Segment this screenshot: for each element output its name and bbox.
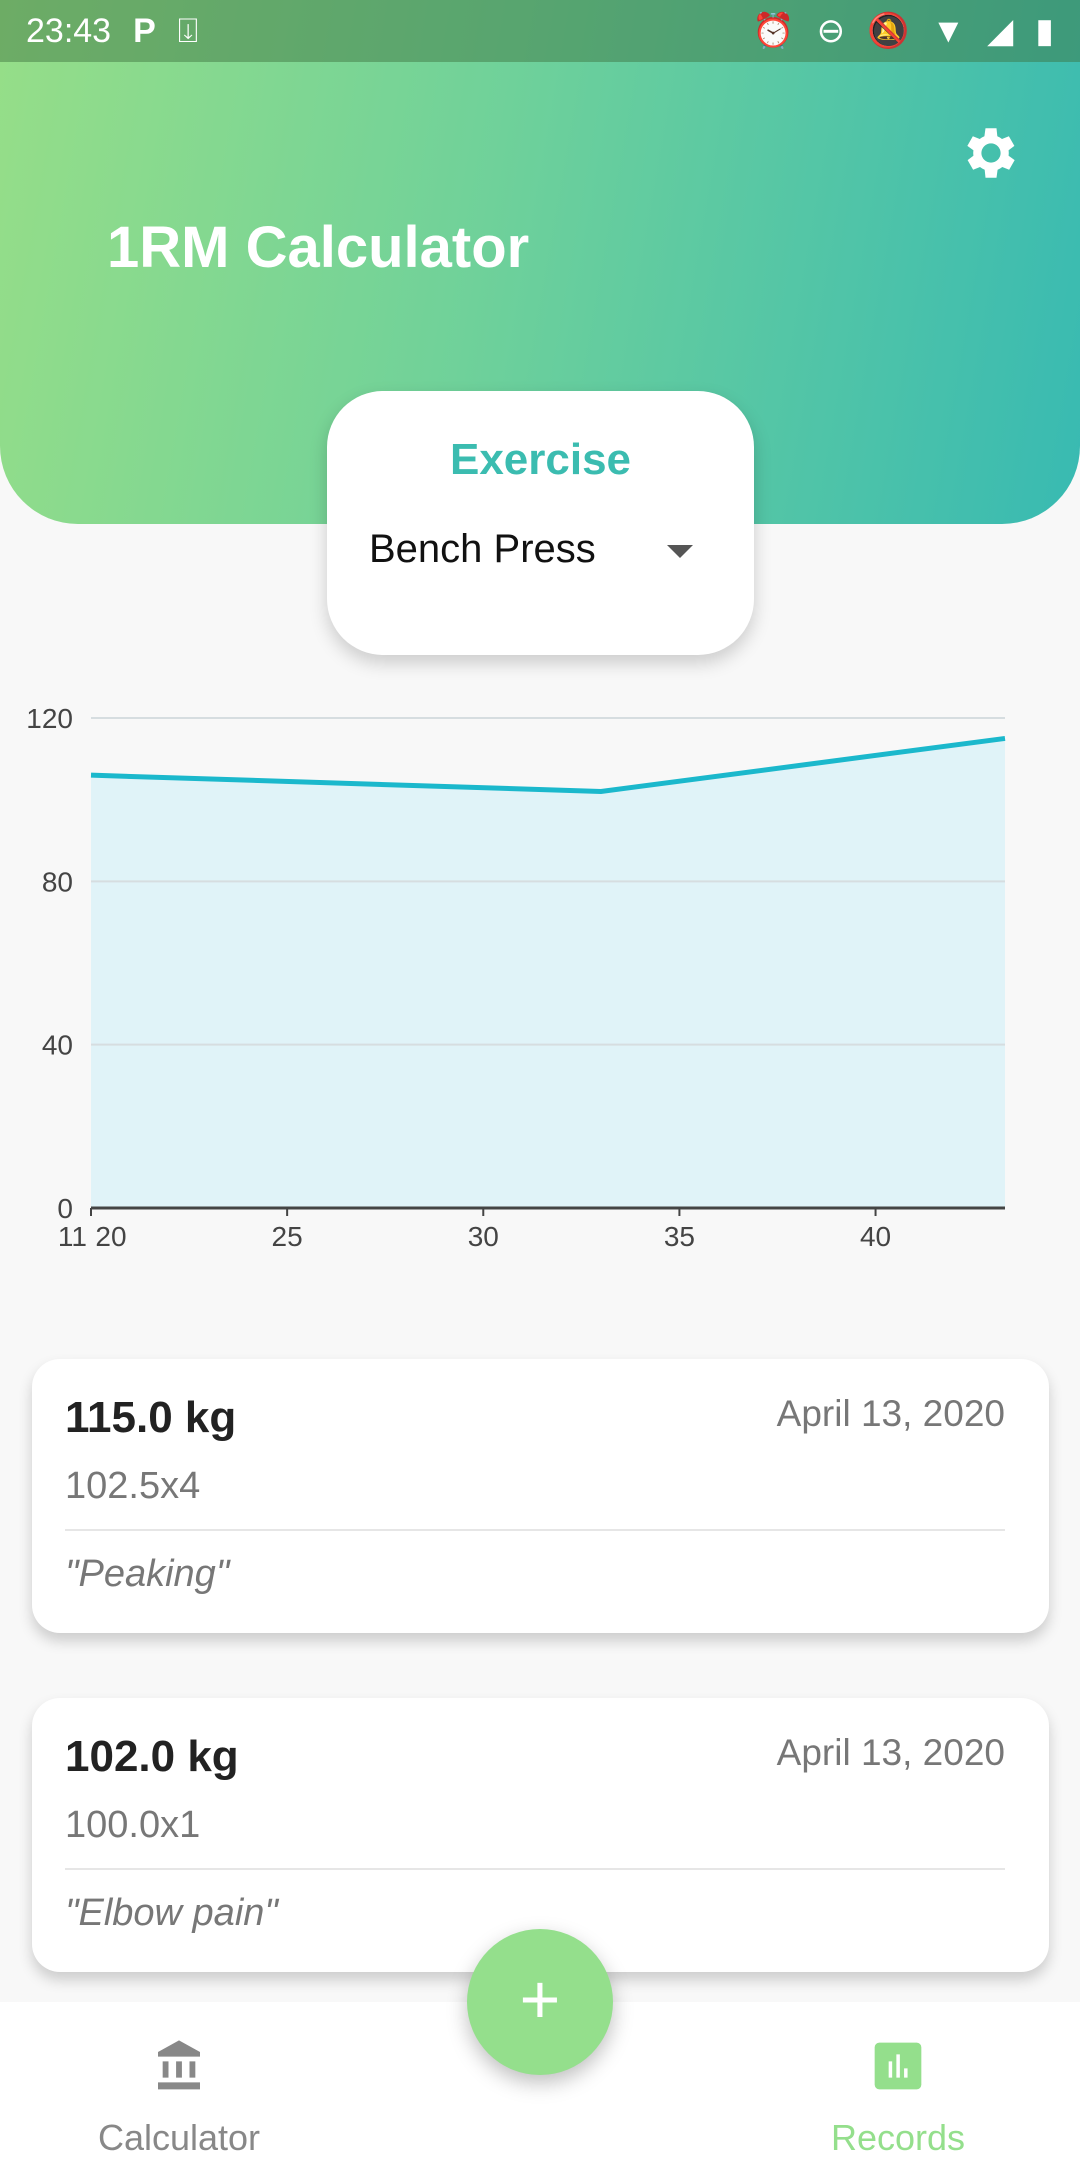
x-tick-label: 35	[664, 1221, 695, 1250]
exercise-dropdown[interactable]: Bench Press	[369, 527, 596, 572]
y-tick-label: 80	[42, 866, 73, 897]
y-tick-label: 40	[42, 1030, 73, 1061]
status-time: 23:43	[26, 11, 112, 50]
record-date: April 13, 2020	[776, 1732, 1005, 1773]
x-tick-label: 25	[272, 1221, 303, 1250]
y-tick-label: 120	[26, 703, 73, 734]
record-weight: 102.0 kg	[65, 1732, 239, 1781]
bank-icon	[158, 2040, 200, 2090]
parking-icon: P	[133, 11, 156, 50]
add-record-button[interactable]: +	[467, 1929, 613, 2075]
page-title: 1RM Calculator	[107, 215, 530, 280]
record-date: April 13, 2020	[776, 1393, 1005, 1434]
divider	[65, 1868, 1005, 1870]
exercise-selector[interactable]: Exercise Bench Press	[327, 391, 754, 655]
record-card[interactable]: 115.0 kg April 13, 2020 102.5x4 "Peaking…	[32, 1359, 1049, 1633]
y-tick-label: 0	[57, 1193, 73, 1224]
nav-calculator[interactable]: Calculator	[59, 2038, 299, 2159]
x-extra-label: 11	[58, 1221, 87, 1250]
x-tick-label: 20	[95, 1221, 126, 1250]
x-tick-label: 30	[468, 1221, 499, 1250]
record-reps: 100.0x1	[65, 1804, 201, 1846]
chart-area	[91, 738, 1005, 1208]
alarm-icon: ⏰	[752, 12, 795, 50]
record-reps: 102.5x4	[65, 1465, 201, 1507]
record-weight: 115.0 kg	[65, 1393, 237, 1442]
x-tick-label: 40	[860, 1221, 891, 1250]
battery-icon: ▮	[1035, 12, 1054, 50]
record-note: "Elbow pain"	[65, 1892, 278, 1934]
bar-chart-icon	[874, 2042, 922, 2090]
gear-icon[interactable]	[958, 120, 1024, 186]
signal-icon: ◢	[987, 12, 1014, 50]
records-chart: 0 40 80 120 20 25 30 35 40 11	[26, 703, 1006, 1250]
wifi-icon: ▼	[931, 11, 966, 50]
record-note: "Peaking"	[65, 1553, 230, 1595]
download-icon: ⍗	[177, 11, 199, 50]
nav-records-label: Records	[830, 2117, 966, 2158]
divider	[65, 1529, 1005, 1531]
bell-off-icon: 🔕	[867, 12, 910, 50]
chevron-down-icon[interactable]	[667, 545, 693, 558]
dnd-icon: ⊖	[816, 12, 846, 50]
status-bar: 23:43 P ⍗ ⏰ ⊖ 🔕 ▼ ◢ ▮	[0, 0, 1080, 62]
exercise-label: Exercise	[449, 435, 632, 484]
nav-calculator-label: Calculator	[97, 2117, 261, 2158]
nav-records[interactable]: Records	[778, 2038, 1018, 2159]
